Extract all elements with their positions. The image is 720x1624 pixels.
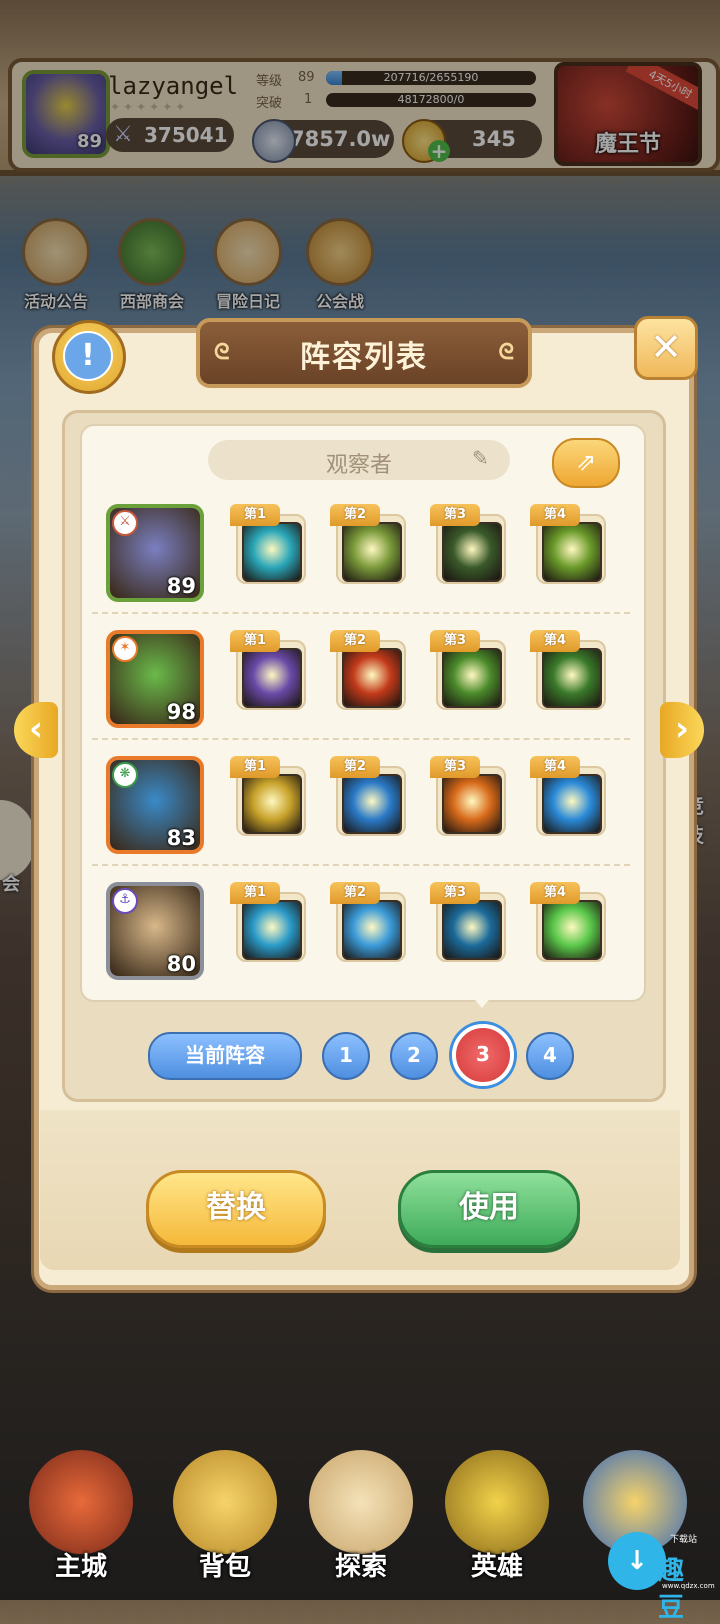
skill-slot[interactable]: 第3 <box>430 504 508 584</box>
nav-backpack[interactable]: 背包 <box>160 1450 290 1600</box>
skill-slot[interactable]: 第2 <box>330 882 408 962</box>
watermark-small: 下载站 <box>670 1535 698 1545</box>
nav-label: 主城 <box>54 1552 107 1582</box>
hero-level: 98 <box>166 700 196 724</box>
skill-slot[interactable]: 第1 <box>230 504 308 584</box>
nav-main-city[interactable]: 主城 <box>16 1450 146 1600</box>
nav-explore[interactable]: 探索 <box>296 1450 426 1600</box>
hero-icon <box>445 1450 549 1554</box>
nav-heroes[interactable]: 英雄 <box>432 1450 562 1600</box>
share-button[interactable]: ⇗ <box>552 438 620 488</box>
skill-icon <box>542 522 602 582</box>
skill-icon <box>342 900 402 960</box>
skill-icon <box>242 774 302 834</box>
skill-tag: 第2 <box>330 756 380 778</box>
skill-slot[interactable]: 第3 <box>430 630 508 710</box>
skill-tag: 第4 <box>530 630 580 652</box>
team-name-field[interactable]: 观察者 ✎ <box>208 440 510 480</box>
close-icon: ✕ <box>650 325 682 369</box>
skill-slot[interactable]: 第1 <box>230 882 308 962</box>
hero-slot-3[interactable]: ❋ 83 <box>106 756 204 854</box>
skill-icon <box>342 522 402 582</box>
element-icon: ⚔ <box>112 510 138 536</box>
skill-icon <box>542 774 602 834</box>
skill-tag: 第1 <box>230 882 280 904</box>
castle-icon <box>29 1450 133 1554</box>
skill-tag: 第4 <box>530 882 580 904</box>
skill-slot[interactable]: 第4 <box>530 756 608 836</box>
skill-tag: 第3 <box>430 882 480 904</box>
backpack-icon <box>173 1450 277 1554</box>
hero-slot-1[interactable]: ⚔ 89 <box>106 504 204 602</box>
skill-tag: 第4 <box>530 504 580 526</box>
skill-icon <box>542 648 602 708</box>
active-page-pointer <box>470 994 494 1008</box>
skill-tag: 第2 <box>330 504 380 526</box>
page-4-button[interactable]: 4 <box>526 1032 574 1080</box>
skill-tag: 第3 <box>430 630 480 652</box>
element-icon: ❋ <box>112 762 138 788</box>
edit-icon[interactable]: ✎ <box>472 446 496 470</box>
skill-slot[interactable]: 第1 <box>230 630 308 710</box>
skill-icon <box>342 648 402 708</box>
swirl-right-icon: ᘓ <box>498 340 515 365</box>
page-1-button[interactable]: 1 <box>322 1032 370 1080</box>
hero-level: 89 <box>166 574 196 598</box>
nav-label: 英雄 <box>470 1552 523 1582</box>
skill-icon <box>342 774 402 834</box>
skill-tag: 第4 <box>530 756 580 778</box>
skill-icon <box>242 648 302 708</box>
skill-icon <box>442 774 502 834</box>
modal-title-ribbon: ᘓ 阵容列表 ᘓ <box>196 318 532 388</box>
modal-title: 阵容列表 <box>300 340 428 375</box>
team-name: 观察者 <box>325 453 392 478</box>
hero-slot-2[interactable]: ✶ 98 <box>106 630 204 728</box>
watermark-url: www.qdzx.com <box>662 1582 715 1590</box>
element-icon: ⚓ <box>112 888 138 914</box>
close-button[interactable]: ✕ <box>634 316 698 380</box>
watermark: ↓ 趣豆 下载站 www.qdzx.com <box>608 1532 715 1623</box>
page-3-button[interactable]: 3 <box>452 1024 514 1086</box>
skill-icon <box>442 900 502 960</box>
row-divider <box>92 864 630 866</box>
hero-slot-4[interactable]: ⚓ 80 <box>106 882 204 980</box>
skill-icon <box>442 648 502 708</box>
info-button[interactable]: ! <box>52 320 126 394</box>
skill-tag: 第1 <box>230 504 280 526</box>
current-lineup-label: 当前阵容 <box>148 1032 302 1080</box>
skill-slot[interactable]: 第3 <box>430 882 508 962</box>
nav-label: 探索 <box>334 1552 387 1582</box>
skill-slot[interactable]: 第4 <box>530 504 608 584</box>
skill-slot[interactable]: 第3 <box>430 756 508 836</box>
skill-slot[interactable]: 第2 <box>330 630 408 710</box>
skill-slot[interactable]: 第2 <box>330 504 408 584</box>
row-divider <box>92 738 630 740</box>
share-icon: ⇗ <box>575 448 597 476</box>
nav-label: 背包 <box>198 1552 251 1582</box>
skill-icon <box>442 522 502 582</box>
use-button[interactable]: 使用 <box>398 1170 580 1248</box>
skill-slot[interactable]: 第4 <box>530 630 608 710</box>
skill-tag: 第2 <box>330 630 380 652</box>
swap-button[interactable]: 替换 <box>146 1170 326 1248</box>
skill-tag: 第2 <box>330 882 380 904</box>
skill-slot[interactable]: 第4 <box>530 882 608 962</box>
skill-icon <box>542 900 602 960</box>
modal-footer-decoration <box>40 1110 680 1270</box>
skill-icon <box>242 522 302 582</box>
hero-level: 80 <box>166 952 196 976</box>
map-icon <box>309 1450 413 1554</box>
skill-tag: 第3 <box>430 504 480 526</box>
skill-slot[interactable]: 第2 <box>330 756 408 836</box>
element-icon: ✶ <box>112 636 138 662</box>
hero-level: 83 <box>166 826 196 850</box>
skill-tag: 第1 <box>230 630 280 652</box>
skill-tag: 第3 <box>430 756 480 778</box>
row-divider <box>92 612 630 614</box>
info-icon: ! <box>63 331 113 381</box>
skill-tag: 第1 <box>230 756 280 778</box>
skill-slot[interactable]: 第1 <box>230 756 308 836</box>
page-2-button[interactable]: 2 <box>390 1032 438 1080</box>
skill-icon <box>242 900 302 960</box>
